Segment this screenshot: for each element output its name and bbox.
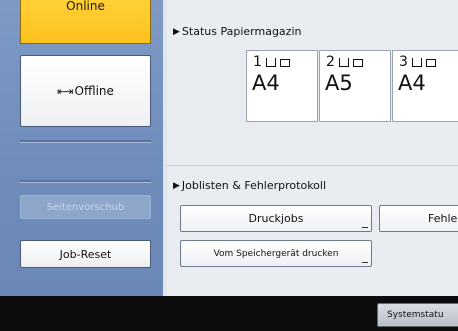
triangle-right-icon: ▶ xyxy=(173,26,180,37)
paper-tray-1: 1 A4 xyxy=(246,50,318,122)
vom-speichergeraet-drucken-button[interactable]: Vom Speichergerät drucken xyxy=(180,240,372,267)
offline-label: Offline xyxy=(74,84,114,98)
offline-button[interactable]: ⇤⇥ Offline xyxy=(20,55,151,127)
fehlerprotokoll-button[interactable]: Fehle xyxy=(379,205,458,232)
druckjobs-button[interactable]: Druckjobs xyxy=(180,205,372,232)
paper-size: A5 xyxy=(325,71,353,95)
seitenvorschub-label: Seitenvorschub xyxy=(46,201,125,213)
paper-icon xyxy=(353,59,363,67)
paper-status-heading: ▶ Status Papiermagazin xyxy=(173,25,301,38)
paper-status-title: Status Papiermagazin xyxy=(181,25,302,38)
online-label: Online xyxy=(66,0,105,13)
printer-status-screen: Online ⇤⇥ Offline Seitenvorschub Job-Res… xyxy=(0,0,458,331)
joblists-title: Joblisten & Fehlerprotokoll xyxy=(181,179,327,192)
left-control-panel: Online ⇤⇥ Offline Seitenvorschub Job-Res… xyxy=(0,0,163,296)
offline-icon: ⇤⇥ xyxy=(57,84,74,98)
systemstatus-button[interactable]: Systemstatu xyxy=(377,303,458,327)
job-reset-label: Job-Reset xyxy=(59,247,112,261)
tray-icon xyxy=(412,58,422,67)
tray-icon xyxy=(266,58,276,67)
tray-icon xyxy=(339,58,349,67)
tray-number: 1 xyxy=(253,54,262,70)
submenu-indicator-icon xyxy=(362,262,368,263)
triangle-right-icon: ▶ xyxy=(173,180,180,191)
online-button[interactable]: Online xyxy=(20,0,151,44)
tray-number: 2 xyxy=(326,54,335,70)
speicher-label: Vom Speichergerät drucken xyxy=(213,248,339,259)
systemstatus-label: Systemstatu xyxy=(387,310,444,320)
divider xyxy=(20,140,151,143)
joblists-heading: ▶ Joblisten & Fehlerprotokoll xyxy=(173,179,326,192)
section-divider xyxy=(167,165,458,166)
seitenvorschub-button: Seitenvorschub xyxy=(20,195,151,219)
job-reset-button[interactable]: Job-Reset xyxy=(20,240,151,268)
tray-number: 3 xyxy=(399,54,408,70)
divider xyxy=(20,180,151,183)
paper-size: A4 xyxy=(252,71,280,95)
submenu-indicator-icon xyxy=(362,227,368,228)
paper-icon xyxy=(280,59,290,67)
paper-size: A4 xyxy=(398,71,426,95)
fehlerprotokoll-label: Fehle xyxy=(428,212,458,225)
paper-tray-2: 2 A5 xyxy=(319,50,391,122)
paper-icon xyxy=(426,59,436,67)
druckjobs-label: Druckjobs xyxy=(248,212,304,225)
paper-tray-3: 3 A4 xyxy=(392,50,458,122)
